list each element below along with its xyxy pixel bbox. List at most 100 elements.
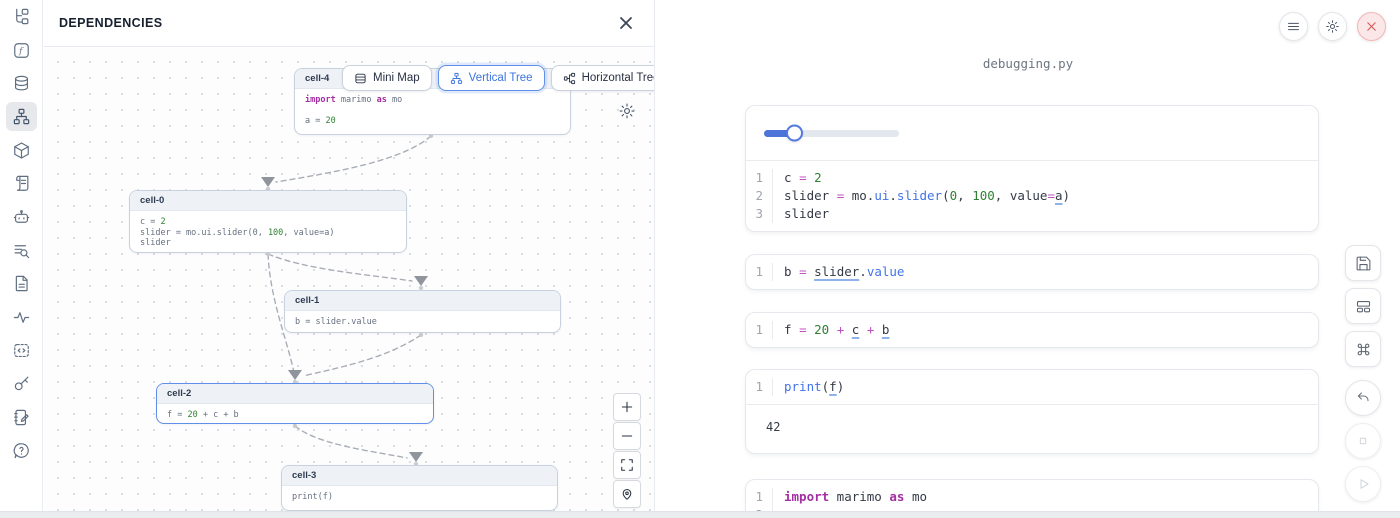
- dependencies-panel: DEPENDENCIES: [44, 0, 655, 518]
- snippets-icon[interactable]: [0, 334, 43, 367]
- save-button[interactable]: [1345, 245, 1381, 281]
- graph-node-cell-0[interactable]: cell-0 c = 2slider = mo.ui.slider(0, 100…: [129, 190, 407, 253]
- code-line: 3slider: [746, 205, 1318, 223]
- mini-map-button[interactable]: Mini Map: [342, 65, 432, 91]
- zoom-in-button[interactable]: [613, 393, 641, 421]
- node-title: cell-2: [157, 384, 433, 404]
- mini-map-icon: [354, 72, 367, 85]
- settings-button[interactable]: [1318, 12, 1347, 41]
- marimo-app: f DEPENDENCIES: [0, 0, 1400, 518]
- play-icon: [1355, 476, 1371, 492]
- line-number: 1: [746, 378, 773, 396]
- line-number: 2: [746, 187, 773, 205]
- line-number: 1: [746, 263, 773, 281]
- datasources-icon[interactable]: [0, 67, 43, 100]
- notebook-icon[interactable]: [0, 401, 43, 434]
- cell-slider[interactable]: 1c = 22slider = mo.ui.slider(0, 100, val…: [745, 105, 1319, 232]
- layout-icon: [1355, 298, 1372, 315]
- plus-icon: [620, 400, 634, 414]
- undo-icon: [1355, 390, 1371, 406]
- panel-title: DEPENDENCIES: [59, 16, 162, 30]
- side-actions: [1345, 245, 1381, 509]
- vertical-tree-label: Vertical Tree: [469, 72, 533, 84]
- graph-node-cell-2[interactable]: cell-2 f = 20 + c + b: [156, 383, 434, 424]
- node-title: cell-0: [130, 191, 406, 211]
- cell-output-slider: [746, 106, 1318, 161]
- fit-view-icon: [620, 458, 634, 472]
- notebook-filename: debugging.py: [656, 56, 1400, 71]
- graph-node-cell-1[interactable]: cell-1 b = slider.value: [284, 290, 561, 333]
- stop-button[interactable]: [1345, 423, 1381, 459]
- code-line: f = 20 + c + b: [167, 410, 423, 421]
- minus-icon: [620, 429, 634, 443]
- code-line: 1import marimo as mo: [746, 488, 1318, 506]
- zoom-out-button[interactable]: [613, 422, 641, 450]
- undo-button[interactable]: [1345, 380, 1381, 416]
- stop-icon: [1355, 433, 1371, 449]
- dependencies-icon[interactable]: [0, 100, 43, 133]
- fit-view-button[interactable]: [613, 451, 641, 479]
- horizontal-tree-label: Horizontal Tree: [582, 72, 654, 84]
- graph-settings-button[interactable]: [618, 102, 636, 120]
- menu-icon: [1286, 19, 1301, 34]
- graph-view-toolbar: Mini Map Vertical Tree Horizontal Tree: [342, 65, 654, 91]
- notebook-area: debugging.py 1c = 22slider = mo.ui.slide…: [656, 0, 1400, 518]
- node-code: b = slider.value: [285, 311, 560, 333]
- code-line: slider: [140, 238, 396, 249]
- chat-icon[interactable]: [0, 200, 43, 233]
- node-title: cell-3: [282, 466, 557, 486]
- cell-output-text: 42: [746, 404, 1318, 453]
- layout-button[interactable]: [1345, 288, 1381, 324]
- cell-code[interactable]: 1c = 22slider = mo.ui.slider(0, 100, val…: [746, 161, 1318, 231]
- top-actions: [1279, 12, 1386, 41]
- packages-icon[interactable]: [0, 134, 43, 167]
- node-code: f = 20 + c + b: [157, 404, 433, 424]
- gear-icon: [618, 102, 636, 120]
- cell-print[interactable]: 1print(f) 42: [745, 369, 1319, 454]
- functions-icon[interactable]: f: [0, 33, 43, 66]
- zoom-controls: [613, 393, 641, 508]
- cell-code[interactable]: 1b = slider.value: [746, 255, 1318, 289]
- line-number: 1: [746, 321, 773, 339]
- slider-widget[interactable]: [764, 130, 899, 137]
- code-line: a = 20: [305, 116, 560, 127]
- bottom-status-strip: [0, 511, 1400, 518]
- node-code: print(f): [282, 486, 557, 510]
- locate-node-button[interactable]: [613, 480, 641, 508]
- node-code: c = 2slider = mo.ui.slider(0, 100, value…: [130, 211, 406, 253]
- code-line: 1b = slider.value: [746, 263, 1318, 281]
- code-line: c = 2: [140, 217, 396, 228]
- file-explorer-icon[interactable]: [0, 0, 43, 33]
- cell-b-assignment[interactable]: 1b = slider.value: [745, 254, 1319, 290]
- secrets-icon[interactable]: [0, 367, 43, 400]
- scratchpad-icon[interactable]: [0, 167, 43, 200]
- horizontal-tree-button[interactable]: Horizontal Tree: [551, 65, 654, 91]
- help-icon[interactable]: [0, 434, 43, 467]
- horizontal-tree-icon: [563, 72, 576, 85]
- node-title: cell-1: [285, 291, 560, 311]
- shutdown-button[interactable]: [1357, 12, 1386, 41]
- close-panel-button[interactable]: [616, 13, 636, 33]
- run-button[interactable]: [1345, 466, 1381, 502]
- line-number: 1: [746, 169, 773, 187]
- tracing-icon[interactable]: [0, 301, 43, 334]
- dependency-graph-canvas[interactable]: Mini Map Vertical Tree Horizontal Tree c…: [44, 48, 654, 511]
- logs-icon[interactable]: [0, 234, 43, 267]
- documentation-icon[interactable]: [0, 267, 43, 300]
- gear-icon: [1325, 19, 1340, 34]
- vertical-tree-button[interactable]: Vertical Tree: [438, 65, 545, 91]
- line-number: 1: [746, 488, 773, 506]
- menu-button[interactable]: [1279, 12, 1308, 41]
- dependencies-header: DEPENDENCIES: [44, 0, 654, 47]
- cell-code[interactable]: 1f = 20 + c + b: [746, 313, 1318, 347]
- code-line: 1f = 20 + c + b: [746, 321, 1318, 339]
- keyboard-shortcuts-button[interactable]: [1345, 331, 1381, 367]
- cell-f-assignment[interactable]: 1f = 20 + c + b: [745, 312, 1319, 348]
- code-line: 1print(f): [746, 378, 1318, 396]
- slider-thumb[interactable]: [786, 125, 803, 142]
- cell-code[interactable]: 1print(f): [746, 370, 1318, 404]
- node-code: import marimo as moa = 20: [295, 89, 570, 134]
- left-icon-rail: f: [0, 0, 43, 518]
- code-line: 1c = 2: [746, 169, 1318, 187]
- graph-node-cell-3[interactable]: cell-3 print(f): [281, 465, 558, 511]
